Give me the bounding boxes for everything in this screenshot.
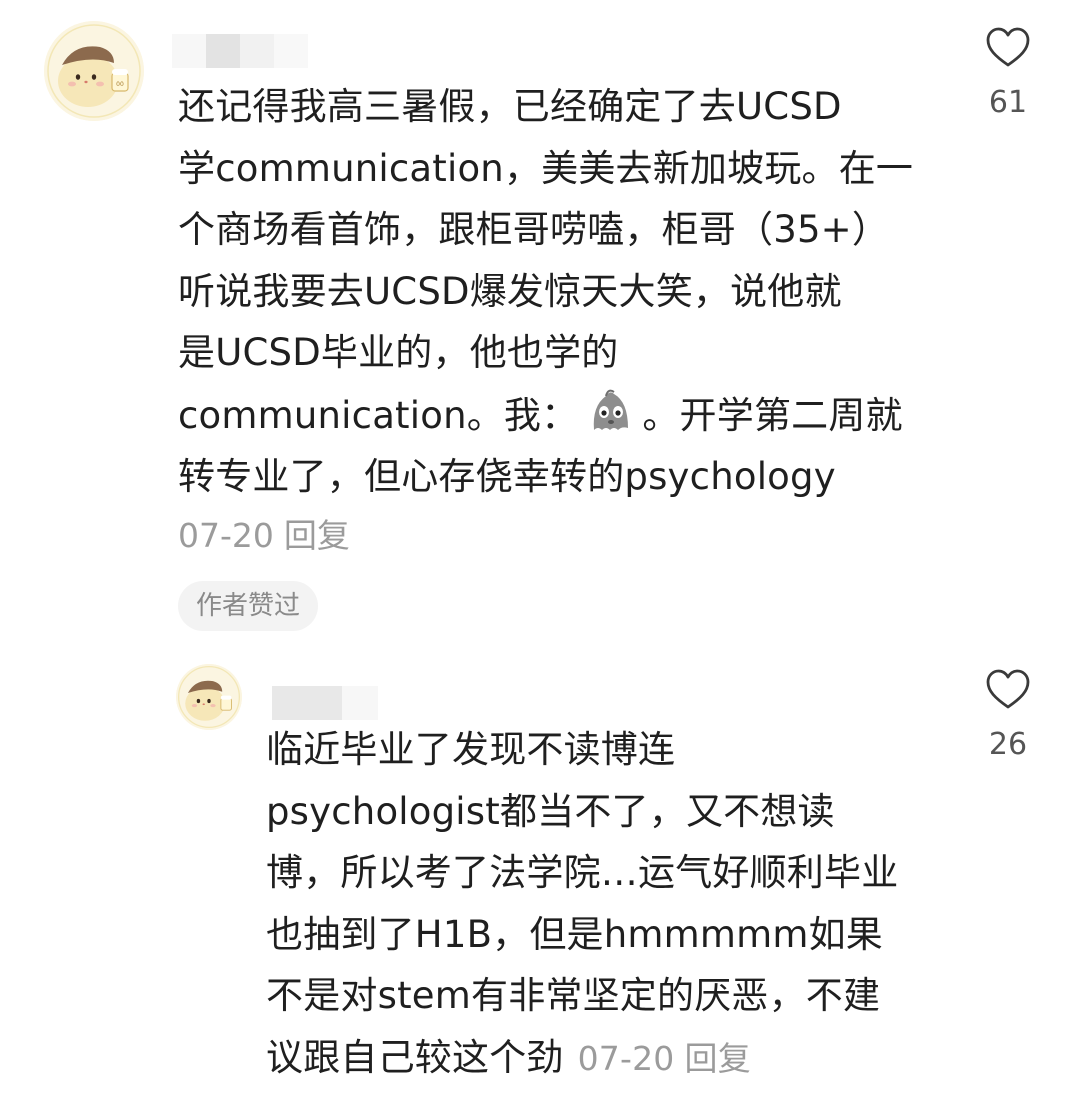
- reply-line: psychologist都当不了，又不想读: [266, 789, 835, 833]
- like-count: 61: [988, 85, 1028, 120]
- reply-date: 07-20: [577, 1038, 675, 1078]
- reply-line: 博，所以考了法学院…运气好顺利毕业: [266, 851, 899, 894]
- svg-text:00: 00: [116, 81, 124, 88]
- comment-line: 听说我要去UCSD爆发惊天大笑，说他就: [178, 269, 842, 313]
- username-blurred[interactable]: [172, 34, 308, 68]
- reply-avatar[interactable]: [176, 664, 242, 730]
- comment-line: 学communication，美美去新加坡玩。在一: [178, 146, 914, 190]
- reply-line: 议跟自己较这个劲 07-20 回复: [266, 1027, 946, 1090]
- comment-meta: 07-20 回复: [178, 514, 350, 558]
- hamster-avatar-icon: [176, 664, 242, 730]
- comment-date: 07-20: [178, 516, 274, 555]
- comment-line: 还记得我高三暑假，已经确定了去UCSD: [178, 85, 842, 128]
- heart-outline-icon[interactable]: [985, 668, 1031, 710]
- comment-line: communication。我： 。开学第二周就: [178, 384, 948, 447]
- heart-outline-icon[interactable]: [985, 26, 1031, 68]
- comment-text: 还记得我高三暑假，已经确定了去UCSD 学communication，美美去新加…: [178, 76, 948, 508]
- comment-text-segment: 。开学第二周就: [642, 393, 903, 437]
- reply-line: 也抽到了H1B，但是hmmmmm如果: [266, 912, 884, 956]
- reply-line: 临近毕业了发现不读博连: [266, 728, 676, 771]
- like-button[interactable]: 61: [968, 26, 1048, 120]
- hamster-avatar-icon: 00: [44, 21, 144, 121]
- comment-line: 个商场看首饰，跟柜哥唠嗑，柜哥（35+）: [178, 208, 890, 251]
- reply-text: 临近毕业了发现不读博连 psychologist都当不了，又不想读 博，所以考了…: [266, 719, 946, 1089]
- reply-button[interactable]: 回复: [685, 1039, 751, 1078]
- comment-text-segment: communication。我：: [178, 393, 579, 437]
- reply-button[interactable]: 回复: [284, 516, 350, 555]
- avatar[interactable]: 00: [44, 21, 144, 121]
- comment-line: 转专业了，但心存侥幸转的psychology: [178, 455, 836, 498]
- grey-ghost-emoji-icon: [584, 384, 636, 436]
- reply-like-button[interactable]: 26: [968, 668, 1048, 762]
- comment-line: 是UCSD毕业的，他也学的: [178, 331, 619, 374]
- reply-text-segment: 议跟自己较这个劲: [266, 1035, 564, 1079]
- author-liked-badge: 作者赞过: [178, 581, 319, 631]
- reply-username-blurred[interactable]: [272, 686, 378, 720]
- reply-line: 不是对stem有非常坚定的厌恶，不建: [266, 974, 881, 1017]
- like-count: 26: [988, 727, 1028, 762]
